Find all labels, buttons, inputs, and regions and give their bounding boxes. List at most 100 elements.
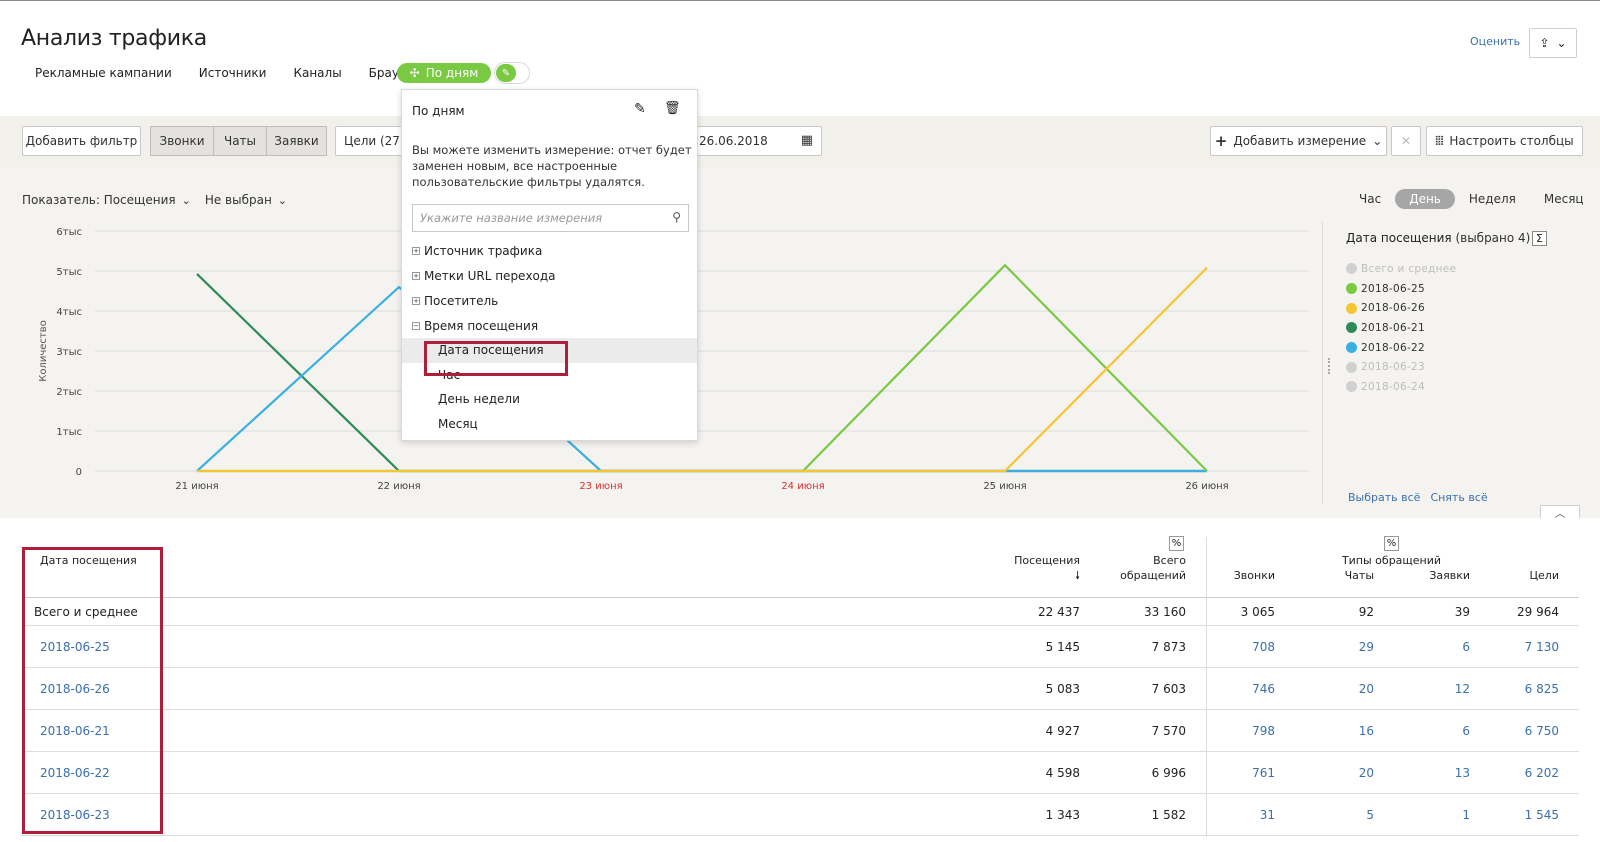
sigma-toggle[interactable]: Σ [1532, 231, 1547, 246]
col-header-visits[interactable]: Посещения 🠗 [1000, 553, 1080, 583]
cell-chats[interactable]: 16 [1359, 724, 1374, 738]
tree-node[interactable]: + Метки URL перехода [402, 263, 697, 288]
legend-item[interactable]: 2018-06-26 [1346, 298, 1456, 318]
cell-goals[interactable]: 1 545 [1525, 808, 1559, 822]
cell-requests[interactable]: 13 [1455, 766, 1470, 780]
date-end-value: 26.06.2018 [699, 134, 768, 148]
row-separator [22, 625, 1579, 626]
col-header-chats[interactable]: Чаты [1300, 568, 1374, 583]
tree-node[interactable]: + Источник трафика [402, 238, 697, 263]
dimension-search-input[interactable] [413, 205, 653, 231]
highlight-visit-date [424, 341, 568, 376]
cell-goals[interactable]: 6 825 [1525, 682, 1559, 696]
remove-dimension-button[interactable]: ✕ [1391, 126, 1421, 156]
collapse-chart-button[interactable]: ︿ [1540, 505, 1580, 520]
tab-campaigns[interactable]: Рекламные кампании [35, 66, 172, 80]
period-week[interactable]: Неделя [1455, 189, 1530, 209]
legend-selection-links: Выбрать всё Снять всё [1348, 491, 1488, 504]
table-row: 2018-06-25 5 145 7 873 708 29 6 7 130 [22, 640, 1579, 660]
resize-handle[interactable] [1328, 358, 1330, 374]
cell-calls[interactable]: 746 [1252, 682, 1275, 696]
cell-goals[interactable]: 6 750 [1525, 724, 1559, 738]
expand-icon[interactable]: + [412, 271, 420, 280]
segment-calls[interactable]: Звонки [150, 126, 214, 156]
cell-calls[interactable]: 798 [1252, 724, 1275, 738]
percent-toggle-types[interactable]: % [1384, 536, 1399, 551]
table-row: 2018-06-26 5 083 7 603 746 20 12 6 825 [22, 682, 1579, 702]
col-header-requests[interactable]: Заявки [1400, 568, 1470, 583]
legend-label: 2018-06-24 [1361, 380, 1426, 393]
legend-item[interactable]: 2018-06-21 [1346, 318, 1456, 338]
cell-goals[interactable]: 6 202 [1525, 766, 1559, 780]
dimension-search[interactable]: ⚲ [412, 204, 689, 232]
deselect-all-link[interactable]: Снять всё [1430, 491, 1487, 504]
period-day[interactable]: День [1395, 189, 1455, 209]
expand-icon[interactable]: + [412, 296, 420, 305]
share-icon: ⇪ [1539, 36, 1550, 50]
cell-chats[interactable]: 20 [1359, 766, 1374, 780]
legend-item[interactable]: 2018-06-22 [1346, 338, 1456, 358]
edit-tab-toggle[interactable]: ✎ [494, 62, 530, 84]
export-button[interactable]: ⇪ ⌄ [1529, 28, 1577, 58]
legend-item[interactable]: 2018-06-23 [1346, 357, 1456, 377]
legend-title: Дата посещения (выбрано 4) [1346, 231, 1530, 245]
cell-visits: 4 927 [1045, 724, 1080, 738]
percent-toggle-total[interactable]: % [1169, 536, 1184, 551]
rate-link[interactable]: Оценить [1470, 35, 1520, 48]
cell-calls[interactable]: 761 [1252, 766, 1275, 780]
period-switcher: Час День Неделя Месяц [1345, 189, 1598, 209]
period-month[interactable]: Месяц [1530, 189, 1598, 209]
add-dimension-button[interactable]: + Добавить измерение ⌄ [1210, 126, 1387, 156]
tree-node[interactable]: + Посетитель [402, 288, 697, 313]
period-hour[interactable]: Час [1345, 189, 1395, 209]
legend-label: Всего и среднее [1361, 262, 1457, 275]
tree-leaf[interactable]: День недели [402, 387, 697, 412]
cell-chats[interactable]: 5 [1366, 808, 1374, 822]
add-filter-button[interactable]: Добавить фильтр [22, 126, 141, 156]
date-range-input[interactable]: 26.06.2018 ▦ [690, 126, 822, 156]
table-row: 2018-06-21 4 927 7 570 798 16 6 6 750 [22, 724, 1579, 744]
collapse-icon[interactable]: − [412, 321, 420, 330]
tab-sources[interactable]: Источники [199, 66, 267, 80]
cell-requests[interactable]: 6 [1462, 724, 1470, 738]
configure-columns-button[interactable]: ⦙⦙⦙ Настроить столбцы [1426, 126, 1583, 156]
cell-calls[interactable]: 31 [1260, 808, 1275, 822]
expand-icon[interactable]: + [412, 246, 420, 255]
legend-item[interactable]: 2018-06-24 [1346, 377, 1456, 397]
legend-item[interactable]: 2018-06-25 [1346, 279, 1456, 299]
trash-icon[interactable]: 🗑 [664, 101, 681, 116]
col-header-calls[interactable]: Звонки [1200, 568, 1275, 583]
segment-chats[interactable]: Чаты [213, 126, 267, 156]
tree-leaf[interactable]: Месяц [402, 412, 697, 437]
tree-node-label: Время посещения [424, 318, 539, 333]
cell-chats: 92 [1358, 605, 1374, 619]
cell-chats[interactable]: 20 [1359, 682, 1374, 696]
pencil-icon[interactable]: ✎ [634, 101, 646, 117]
legend-subtitle: (выбрано 4) [1455, 231, 1531, 245]
x-tick-label: 25 июня [983, 481, 1026, 492]
cell-goals: 29 964 [1517, 605, 1559, 619]
select-all-link[interactable]: Выбрать всё [1348, 491, 1420, 504]
cell-requests[interactable]: 12 [1455, 682, 1470, 696]
cell-goals[interactable]: 7 130 [1525, 640, 1559, 654]
cell-chats[interactable]: 29 [1359, 640, 1374, 654]
tab-by-days-label: По дням [425, 66, 479, 80]
x-tick-label: 21 июня [175, 481, 218, 492]
tab-channels[interactable]: Каналы [293, 66, 341, 80]
goals-button[interactable]: Цели (27) [335, 126, 405, 156]
search-icon: ⚲ [672, 210, 681, 224]
cell-calls[interactable]: 708 [1252, 640, 1275, 654]
tree-node[interactable]: − Время посещения [402, 313, 697, 338]
segment-requests[interactable]: Заявки [266, 126, 327, 156]
series-line-2018-06-26 [197, 266, 1208, 473]
col-header-total[interactable]: Всего обращений [1100, 553, 1186, 583]
col-header-goals[interactable]: Цели [1500, 568, 1560, 583]
y-tick-label: 2тыс [56, 387, 82, 398]
cell-requests[interactable]: 6 [1462, 640, 1470, 654]
col-header-types: Типы обращений [1341, 554, 1442, 567]
row-separator [22, 597, 1579, 598]
pencil-icon: ✎ [496, 64, 516, 82]
legend-item[interactable]: Всего и среднее [1346, 259, 1456, 279]
cell-requests[interactable]: 1 [1462, 808, 1470, 822]
tab-by-days-pill[interactable]: ✣ По дням [397, 63, 491, 83]
